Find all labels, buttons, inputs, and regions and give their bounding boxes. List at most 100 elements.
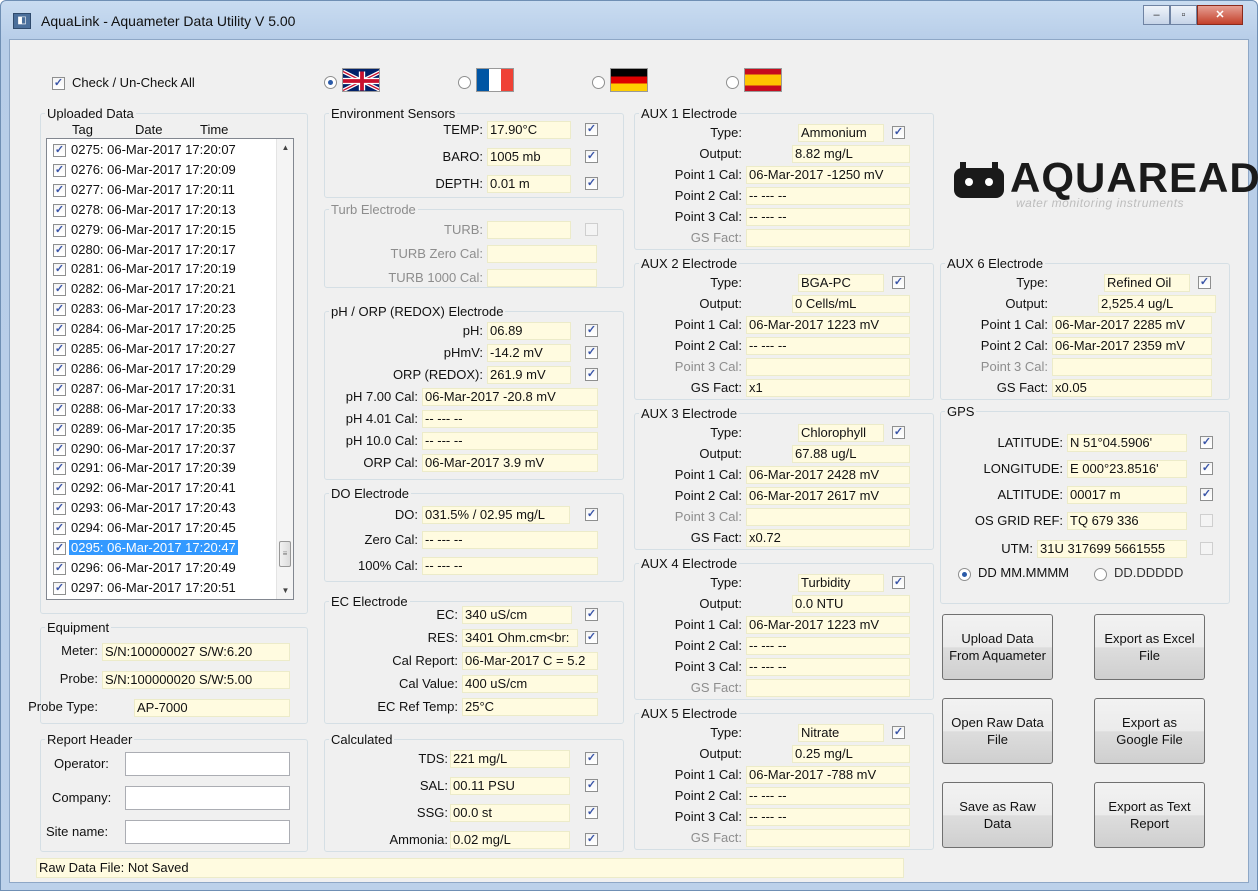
longitude-checkbox[interactable]: ✓ <box>1200 462 1213 475</box>
ssg-checkbox[interactable]: ✓ <box>585 806 598 819</box>
format-dd-mm-radio[interactable] <box>958 568 971 581</box>
row-checkbox[interactable]: ✓ <box>53 183 66 197</box>
list-item[interactable]: ✓ 0294: 06-Mar-2017 17:20:45 <box>49 519 259 538</box>
row-checkbox[interactable]: ✓ <box>53 422 66 436</box>
ph-checkbox[interactable]: ✓ <box>585 324 598 337</box>
export-excel-button[interactable]: Export as Excel File <box>1094 614 1205 680</box>
altitude-checkbox[interactable]: ✓ <box>1200 488 1213 501</box>
list-item[interactable]: ✓ 0282: 06-Mar-2017 17:20:21 <box>49 280 259 299</box>
export-text-button[interactable]: Export as Text Report <box>1094 782 1205 848</box>
operator-input[interactable] <box>125 752 290 776</box>
row-checkbox[interactable]: ✓ <box>53 502 66 516</box>
aux5-checkbox[interactable]: ✓ <box>892 726 905 739</box>
do-checkbox[interactable]: ✓ <box>585 508 598 521</box>
row-checkbox[interactable]: ✓ <box>53 303 66 317</box>
title-bar[interactable]: ◧ AquaLink - Aquameter Data Utility V 5.… <box>1 1 1257 39</box>
baro-checkbox[interactable]: ✓ <box>585 150 598 163</box>
close-button[interactable]: ✕ <box>1197 5 1243 25</box>
row-checkbox[interactable]: ✓ <box>53 482 66 496</box>
uploaded-data-list[interactable]: ▲ ≡ ▼ ✓ 0275: 06-Mar-2017 17:20:07 ✓ 0276: … <box>46 138 294 600</box>
aux2-checkbox[interactable]: ✓ <box>892 276 905 289</box>
open-raw-data-button[interactable]: Open Raw Data File <box>942 698 1053 764</box>
depth-checkbox[interactable]: ✓ <box>585 177 598 190</box>
scroll-down-arrow-icon[interactable]: ▼ <box>277 582 294 599</box>
list-item[interactable]: ✓ 0276: 06-Mar-2017 17:20:09 <box>49 161 259 180</box>
check-all-checkbox[interactable]: ✓ <box>52 77 65 90</box>
list-item[interactable]: ✓ 0280: 06-Mar-2017 17:20:17 <box>49 241 259 260</box>
list-item[interactable]: ✓ 0281: 06-Mar-2017 17:20:19 <box>49 260 259 279</box>
os-grid-checkbox[interactable] <box>1200 514 1213 527</box>
list-item[interactable]: ✓ 0291: 06-Mar-2017 17:20:39 <box>49 459 259 478</box>
orp-checkbox[interactable]: ✓ <box>585 368 598 381</box>
list-item[interactable]: ✓ 0289: 06-Mar-2017 17:20:35 <box>49 420 259 439</box>
list-item[interactable]: ✓ 0292: 06-Mar-2017 17:20:41 <box>49 479 259 498</box>
germany-flag-icon[interactable] <box>610 68 648 92</box>
row-checkbox[interactable]: ✓ <box>53 402 66 416</box>
row-checkbox[interactable]: ✓ <box>53 283 66 297</box>
minimize-button[interactable]: ‒ <box>1143 5 1170 25</box>
list-item[interactable]: ✓ 0285: 06-Mar-2017 17:20:27 <box>49 340 259 359</box>
row-checkbox[interactable]: ✓ <box>53 581 66 595</box>
aux4-checkbox[interactable]: ✓ <box>892 576 905 589</box>
france-flag-icon[interactable] <box>476 68 514 92</box>
uk-flag-icon[interactable] <box>342 68 380 92</box>
row-checkbox[interactable]: ✓ <box>53 343 66 356</box>
list-item[interactable]: ✓ 0293: 06-Mar-2017 17:20:43 <box>49 499 259 518</box>
row-checkbox[interactable]: ✓ <box>53 144 66 157</box>
format-dd-radio[interactable] <box>1094 568 1107 581</box>
list-item[interactable]: ✓ 0288: 06-Mar-2017 17:20:33 <box>49 400 259 419</box>
scroll-up-arrow-icon[interactable]: ▲ <box>277 139 294 156</box>
list-item[interactable]: ✓ 0297: 06-Mar-2017 17:20:51 <box>49 579 259 598</box>
save-raw-data-button[interactable]: Save as Raw Data <box>942 782 1053 848</box>
tds-checkbox[interactable]: ✓ <box>585 752 598 765</box>
maximize-button[interactable]: ▫ <box>1170 5 1197 25</box>
row-checkbox[interactable]: ✓ <box>53 561 66 575</box>
aux6-checkbox[interactable]: ✓ <box>1198 276 1211 289</box>
res-checkbox[interactable]: ✓ <box>585 631 598 644</box>
row-checkbox[interactable]: ✓ <box>53 323 66 337</box>
scroll-thumb[interactable]: ≡ <box>279 541 291 567</box>
phmv-checkbox[interactable]: ✓ <box>585 346 598 359</box>
list-scrollbar[interactable]: ▲ ≡ ▼ <box>276 139 293 599</box>
list-item[interactable]: ✓ 0287: 06-Mar-2017 17:20:31 <box>49 380 259 399</box>
row-checkbox[interactable]: ✓ <box>53 263 66 277</box>
row-checkbox[interactable]: ✓ <box>53 243 66 257</box>
utm-checkbox[interactable] <box>1200 542 1213 555</box>
company-input[interactable] <box>125 786 290 810</box>
row-checkbox[interactable]: ✓ <box>53 223 66 237</box>
sal-checkbox[interactable]: ✓ <box>585 779 598 792</box>
row-checkbox[interactable]: ✓ <box>53 542 66 555</box>
app-icon[interactable]: ◧ <box>13 13 31 29</box>
list-item[interactable]: ✓ 0284: 06-Mar-2017 17:20:25 <box>49 320 259 339</box>
list-item[interactable]: ✓ 0279: 06-Mar-2017 17:20:15 <box>49 221 259 240</box>
site-name-input[interactable] <box>125 820 290 844</box>
turb-checkbox[interactable] <box>585 223 598 236</box>
list-item[interactable]: ✓ 0296: 06-Mar-2017 17:20:49 <box>49 559 259 578</box>
latitude-checkbox[interactable]: ✓ <box>1200 436 1213 449</box>
row-checkbox[interactable]: ✓ <box>53 522 66 536</box>
list-item[interactable]: ✓ 0275: 06-Mar-2017 17:20:07 <box>49 141 259 160</box>
list-item[interactable]: ✓ 0290: 06-Mar-2017 17:20:37 <box>49 440 259 459</box>
row-checkbox[interactable]: ✓ <box>53 163 66 177</box>
export-google-button[interactable]: Export as Google File <box>1094 698 1205 764</box>
language-en-radio[interactable] <box>324 76 337 89</box>
list-item[interactable]: ✓ 0277: 06-Mar-2017 17:20:11 <box>49 181 259 200</box>
row-checkbox[interactable]: ✓ <box>53 362 66 376</box>
language-fr-radio[interactable] <box>458 76 471 89</box>
aux3-checkbox[interactable]: ✓ <box>892 426 905 439</box>
language-de-radio[interactable] <box>592 76 605 89</box>
list-item[interactable]: ✓ 0283: 06-Mar-2017 17:20:23 <box>49 300 259 319</box>
row-checkbox[interactable]: ✓ <box>53 203 66 217</box>
list-item[interactable]: ✓ 0295: 06-Mar-2017 17:20:47 <box>49 539 259 558</box>
row-checkbox[interactable]: ✓ <box>53 442 66 456</box>
language-es-radio[interactable] <box>726 76 739 89</box>
list-item[interactable]: ✓ 0278: 06-Mar-2017 17:20:13 <box>49 201 259 220</box>
row-checkbox[interactable]: ✓ <box>53 462 66 476</box>
row-checkbox[interactable]: ✓ <box>53 382 66 396</box>
list-item[interactable]: ✓ 0286: 06-Mar-2017 17:20:29 <box>49 360 259 379</box>
spain-flag-icon[interactable] <box>744 68 782 92</box>
ec-checkbox[interactable]: ✓ <box>585 608 598 621</box>
upload-data-button[interactable]: Upload Data From Aquameter <box>942 614 1053 680</box>
aux1-checkbox[interactable]: ✓ <box>892 126 905 139</box>
temp-checkbox[interactable]: ✓ <box>585 123 598 136</box>
